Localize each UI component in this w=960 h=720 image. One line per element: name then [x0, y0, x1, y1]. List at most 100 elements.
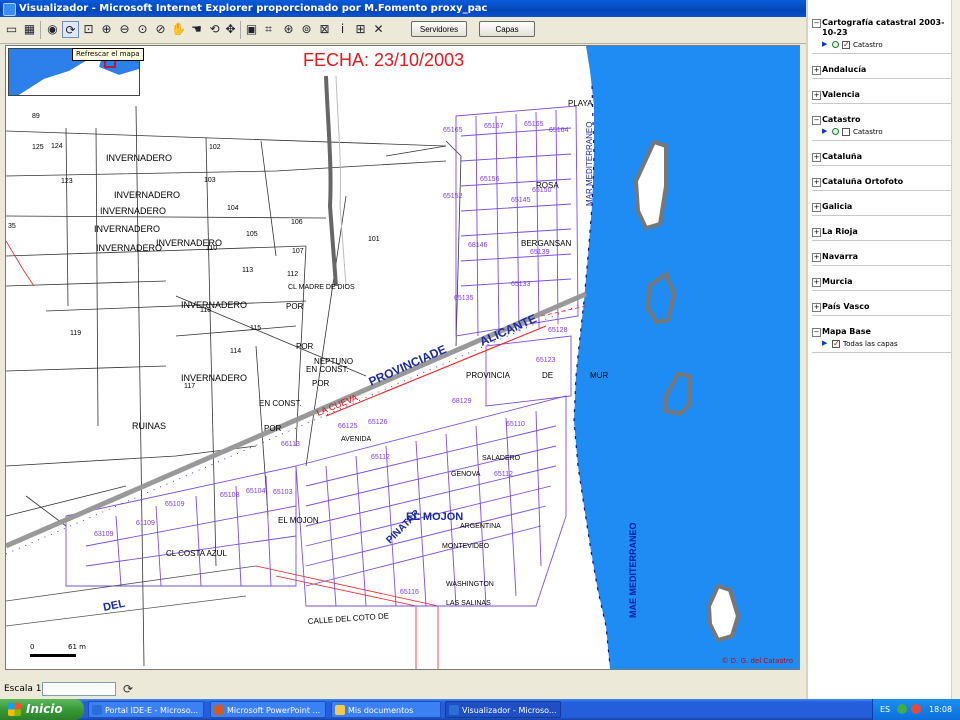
- zoom-box-icon[interactable]: ⊡: [80, 21, 97, 38]
- layer-group-name[interactable]: País Vasco: [822, 302, 946, 312]
- security-icon[interactable]: [911, 704, 921, 714]
- parcel-number: 65126: [368, 419, 388, 426]
- close-icon[interactable]: ✕: [370, 21, 387, 38]
- layers-scrollbar[interactable]: [951, 0, 960, 699]
- expand-icon[interactable]: +: [812, 253, 821, 262]
- clear-icon[interactable]: ⊠: [316, 21, 333, 38]
- play-icon[interactable]: ▶: [822, 40, 827, 48]
- taskbar-task[interactable]: Portal IDE-E - Microso...: [88, 701, 204, 718]
- layer-group-name[interactable]: Navarra: [822, 252, 946, 262]
- expand-icon[interactable]: +: [812, 228, 821, 237]
- scale-input[interactable]: [42, 682, 116, 696]
- parcel-number: 65116: [400, 589, 419, 596]
- layers-button[interactable]: Capas: [479, 21, 535, 37]
- pan-icon[interactable]: ✋: [170, 21, 187, 38]
- expand-icon[interactable]: +: [812, 91, 821, 100]
- print2-icon[interactable]: ⊞: [352, 21, 369, 38]
- zoom-in-icon[interactable]: ⊕: [98, 21, 115, 38]
- map-label: POR: [264, 424, 282, 433]
- play-icon[interactable]: ▶: [822, 339, 827, 347]
- layer-group-name[interactable]: Andalucía: [822, 65, 946, 75]
- rural-parcels: [6, 105, 462, 667]
- layer-group-name[interactable]: La Rioja: [822, 227, 946, 237]
- taskbar-task[interactable]: Visualizador - Microso...: [445, 701, 561, 718]
- play-icon[interactable]: ▶: [822, 127, 827, 135]
- layer-group-name[interactable]: Valencia: [822, 90, 946, 100]
- layer-name: Catastro: [853, 41, 883, 49]
- expand-icon[interactable]: +: [812, 203, 821, 212]
- layer-group-name[interactable]: Cataluña: [822, 152, 946, 162]
- layer-visibility-checkbox[interactable]: ✓: [842, 41, 850, 49]
- refresh-icon[interactable]: ⟳: [121, 682, 135, 696]
- zoom-out-icon[interactable]: ⊖: [116, 21, 133, 38]
- expand-icon[interactable]: +: [812, 278, 821, 287]
- parcel-number: 124: [51, 143, 63, 150]
- map-label: SALADERO: [482, 455, 521, 462]
- copyright-text: © D. G. del Catastro: [721, 657, 793, 665]
- layer-group-name[interactable]: Catastro: [822, 115, 946, 125]
- taskbar: Inicio Portal IDE-E - Microso... Microsof…: [0, 699, 960, 720]
- map-label: INVERNADERO: [96, 243, 162, 253]
- parcel-number: 65164: [549, 127, 569, 134]
- servers-button[interactable]: Servidores: [411, 21, 467, 37]
- info-icon[interactable]: i: [334, 21, 351, 38]
- hand-icon[interactable]: ☚: [188, 21, 205, 38]
- layer-group-name[interactable]: Cataluña Ortofoto: [822, 177, 946, 187]
- expand-icon[interactable]: +: [812, 66, 821, 75]
- layer-item[interactable]: ▶ Catastro: [822, 127, 950, 137]
- road: [324, 75, 338, 287]
- layer-group-name[interactable]: Murcia: [822, 277, 946, 287]
- collapse-icon[interactable]: −: [812, 19, 821, 28]
- language-indicator[interactable]: ES: [880, 699, 890, 720]
- app-icon: [92, 705, 102, 715]
- active-layer-radio[interactable]: [832, 128, 839, 135]
- parcel-number: 114: [230, 348, 241, 355]
- layer-visibility-checkbox[interactable]: ✓: [832, 340, 840, 348]
- layer-group-name[interactable]: Mapa Base: [822, 327, 946, 337]
- zoom-prev-icon[interactable]: ⊘: [152, 21, 169, 38]
- map-scale-bar: 0 61 m: [30, 643, 90, 659]
- taskbar-task[interactable]: Mis documentos: [331, 701, 441, 718]
- move-icon[interactable]: ✥: [222, 21, 239, 38]
- layer-group-name[interactable]: Cartografía catastral 2003-10-23: [822, 18, 946, 38]
- parcel-number: 101: [368, 236, 380, 243]
- cadastral-map[interactable]: INVERNADERO INVERNADERO INVERNADERO INVE…: [6, 46, 799, 669]
- layer-item[interactable]: ▶ ✓ Catastro: [822, 40, 950, 50]
- identify-icon[interactable]: ⊚: [298, 21, 315, 38]
- expand-icon[interactable]: +: [812, 153, 821, 162]
- expand-icon[interactable]: +: [812, 303, 821, 312]
- map-label: GENOVA: [451, 471, 481, 478]
- collapse-icon[interactable]: −: [812, 328, 821, 337]
- map-canvas[interactable]: INVERNADERO INVERNADERO INVERNADERO INVE…: [5, 45, 800, 670]
- app-icon: [449, 705, 459, 715]
- start-button[interactable]: Inicio: [0, 699, 84, 720]
- print-icon[interactable]: ▦: [21, 21, 38, 38]
- network-icon[interactable]: [897, 704, 907, 714]
- refresh-icon[interactable]: ⟳: [62, 21, 79, 38]
- task-label: Microsoft PowerPoint ...: [227, 706, 321, 715]
- active-layer-radio[interactable]: [832, 41, 839, 48]
- globe-icon[interactable]: ◉: [44, 21, 61, 38]
- save-icon[interactable]: ▭: [3, 21, 20, 38]
- windows-logo-icon: [8, 703, 21, 716]
- parcel-number: 65128: [548, 327, 568, 334]
- map-label: DE: [542, 371, 553, 380]
- layer-visibility-checkbox[interactable]: [842, 128, 850, 136]
- map-label: CL COSTA AZUL: [166, 549, 227, 558]
- measure-icon[interactable]: ⟲: [206, 21, 223, 38]
- layer-item[interactable]: ▶ ✓ Todas las capas: [822, 339, 950, 349]
- map-label: PROVINCIA: [466, 371, 511, 380]
- image-icon[interactable]: ▣: [243, 21, 260, 38]
- divider: [812, 215, 952, 216]
- divider: [812, 240, 952, 241]
- road: [6, 565, 257, 602]
- taskbar-task[interactable]: Microsoft PowerPoint ...: [210, 701, 326, 718]
- query-icon[interactable]: ⊛: [280, 21, 297, 38]
- layer-group-name[interactable]: Galicia: [822, 202, 946, 212]
- parcel-number: 65103: [273, 489, 293, 496]
- zoom-extent-icon[interactable]: ⊙: [134, 21, 151, 38]
- map-label: EL MOJON: [278, 516, 319, 525]
- collapse-icon[interactable]: −: [812, 116, 821, 125]
- expand-icon[interactable]: +: [812, 178, 821, 187]
- coordinates-icon[interactable]: ⌗: [260, 21, 277, 38]
